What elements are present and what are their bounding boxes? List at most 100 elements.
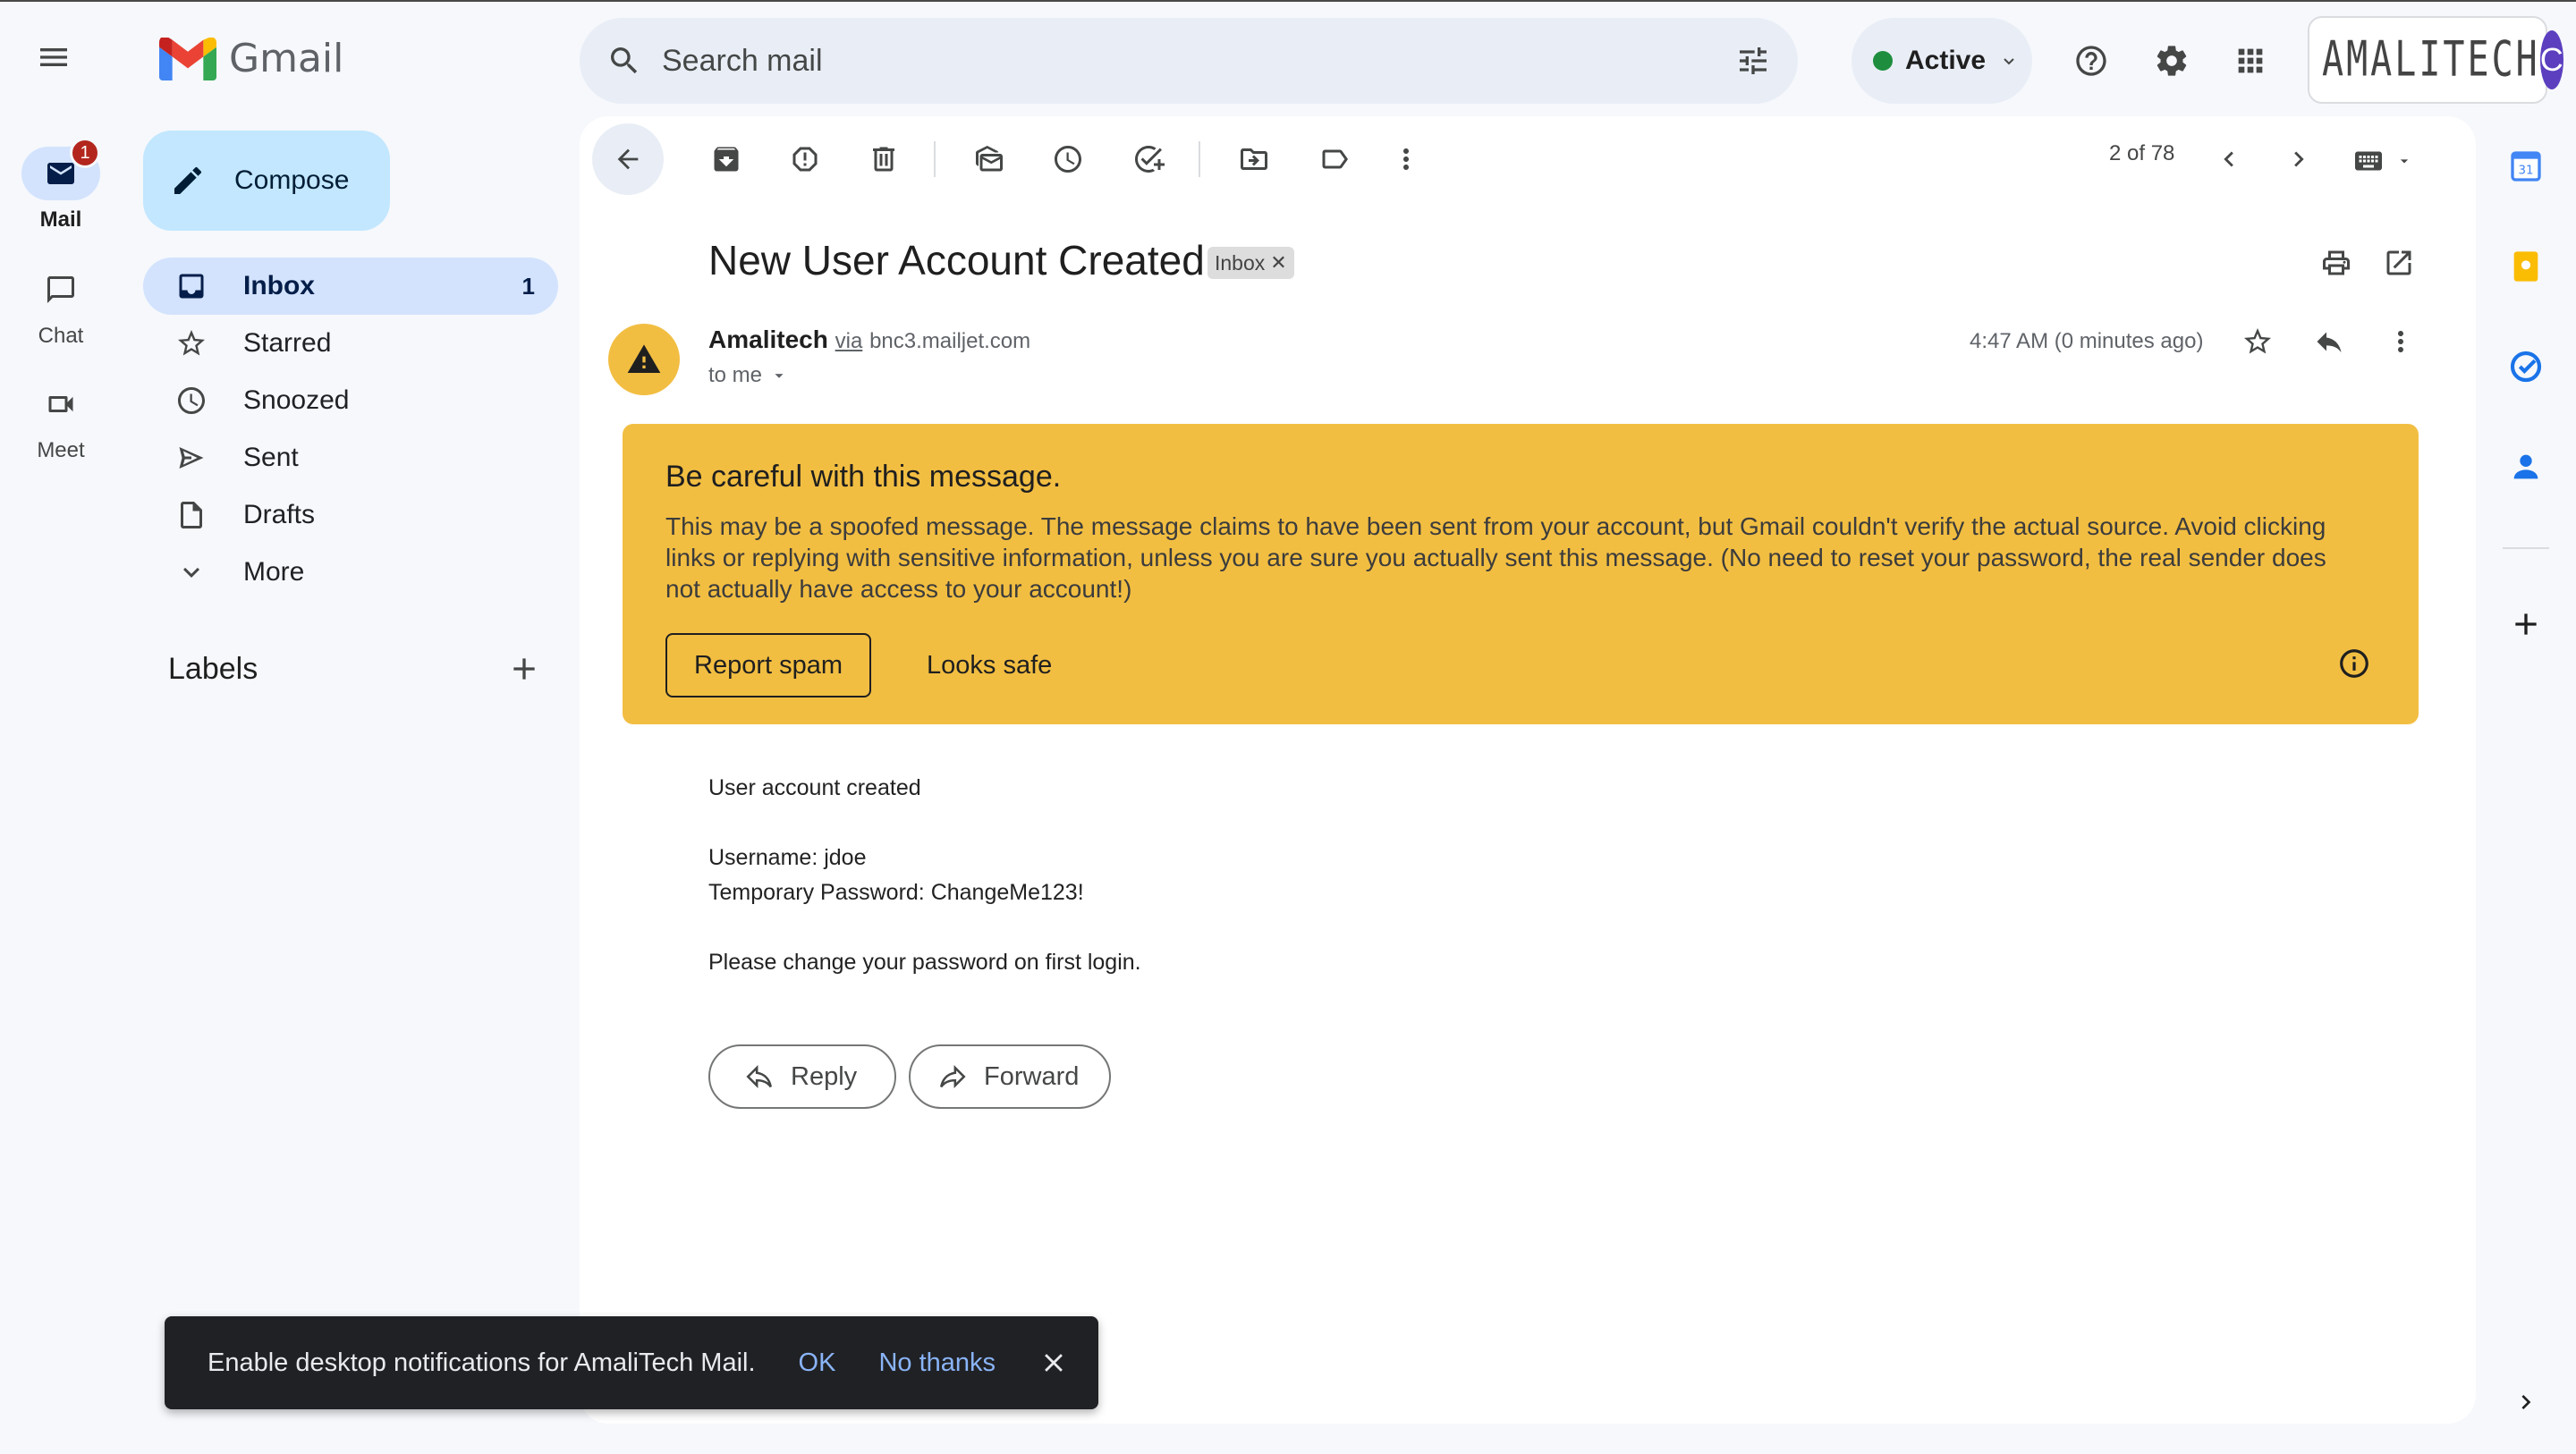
rail-mail-pill: 1 xyxy=(21,138,100,200)
search-options-icon[interactable] xyxy=(1733,41,1773,80)
snackbar-ok-button[interactable]: OK xyxy=(799,1348,836,1378)
status-selector[interactable]: Active xyxy=(1852,18,2032,104)
warning-actions: Report spam Looks safe xyxy=(665,633,2376,697)
arrow-back-icon xyxy=(617,148,639,170)
notification-snackbar: Enable desktop notifications for AmaliTe… xyxy=(165,1316,1098,1409)
calendar-icon[interactable]: 31 xyxy=(2506,147,2546,186)
remove-label-icon[interactable]: ✕ xyxy=(1270,251,1286,275)
via-link[interactable]: via xyxy=(835,329,863,353)
main-menu-icon[interactable] xyxy=(34,38,73,77)
rail-meet[interactable]: Meet xyxy=(0,377,122,463)
toolbar-divider xyxy=(1199,141,1200,177)
delete-icon[interactable] xyxy=(864,139,903,179)
star-icon[interactable] xyxy=(2238,322,2277,361)
search-input[interactable]: Search mail xyxy=(662,44,1733,79)
sidebar-item-inbox[interactable]: Inbox 1 xyxy=(143,258,558,315)
app-name: Gmail xyxy=(229,36,344,81)
caret-down-icon xyxy=(775,374,784,378)
chevron-down-icon xyxy=(172,553,211,592)
chat-icon xyxy=(47,276,74,303)
more-vert-icon[interactable] xyxy=(2381,322,2420,361)
label-icon[interactable] xyxy=(1315,139,1354,179)
rail-chat-label: Chat xyxy=(38,324,84,348)
rail-chat[interactable]: Chat xyxy=(0,263,122,349)
clock-icon xyxy=(172,381,211,420)
sidebar-item-label: Snoozed xyxy=(243,385,350,415)
move-to-icon[interactable] xyxy=(1234,139,1274,179)
open-new-window-icon[interactable] xyxy=(2379,243,2419,283)
expand-panel-icon[interactable] xyxy=(2506,1382,2546,1422)
timestamp: 4:47 AM (0 minutes ago) xyxy=(1970,329,2204,353)
report-spam-icon[interactable] xyxy=(785,139,825,179)
reply-button[interactable]: Reply xyxy=(708,1044,897,1109)
sidebar-item-more[interactable]: More xyxy=(143,544,558,601)
inbox-icon xyxy=(172,266,211,306)
pencil-icon xyxy=(174,166,202,194)
info-icon[interactable] xyxy=(2334,644,2374,683)
inbox-count: 1 xyxy=(521,272,535,300)
top-bar: Gmail Search mail Active AMALITECH C xyxy=(0,0,2576,116)
body-line xyxy=(708,806,1141,841)
warning-triangle-icon xyxy=(627,344,661,373)
gmail-logo[interactable]: Gmail xyxy=(159,36,343,81)
compose-button[interactable]: Compose xyxy=(143,131,390,231)
status-label: Active xyxy=(1905,46,1987,75)
video-camera-icon xyxy=(48,396,73,412)
search-icon[interactable] xyxy=(605,41,644,80)
keep-icon[interactable] xyxy=(2506,247,2546,286)
account-switcher[interactable]: AMALITECH C xyxy=(2308,16,2563,104)
close-icon[interactable] xyxy=(1038,1348,1069,1378)
avatar[interactable]: C xyxy=(2539,30,2563,89)
print-icon[interactable] xyxy=(2317,243,2356,283)
more-vert-icon[interactable] xyxy=(1386,139,1426,179)
inbox-label-chip[interactable]: Inbox ✕ xyxy=(1208,247,1294,279)
sidebar-item-snoozed[interactable]: Snoozed xyxy=(143,372,558,429)
tasks-icon[interactable] xyxy=(2506,347,2546,386)
labels-header: Labels xyxy=(168,649,544,689)
rail-meet-pill xyxy=(21,377,100,431)
apps-grid-icon[interactable] xyxy=(2231,41,2270,80)
sidebar-item-label: Sent xyxy=(243,443,299,472)
sidebar-item-label: Drafts xyxy=(243,500,316,529)
sidebar-item-starred[interactable]: Starred xyxy=(143,315,558,372)
back-button[interactable] xyxy=(592,123,664,195)
recipient-label: to me xyxy=(708,363,763,387)
snooze-clock-icon[interactable] xyxy=(1048,139,1088,179)
add-task-icon[interactable] xyxy=(1129,139,1168,179)
body-line: Please change your password on first log… xyxy=(708,950,1141,975)
archive-icon[interactable] xyxy=(707,139,746,179)
body-line: Username: jdoe xyxy=(708,845,867,870)
settings-gear-icon[interactable] xyxy=(2152,41,2191,80)
input-tools-button[interactable] xyxy=(2351,145,2413,177)
add-addon-icon[interactable] xyxy=(2506,604,2546,644)
forward-button[interactable]: Forward xyxy=(909,1044,1112,1109)
compose-label: Compose xyxy=(234,165,350,195)
contacts-icon[interactable] xyxy=(2506,447,2546,486)
help-icon[interactable] xyxy=(2072,41,2111,80)
reply-icon[interactable] xyxy=(2309,322,2349,361)
right-rail-divider xyxy=(2503,547,2549,549)
sender-name: Amalitech xyxy=(708,325,828,353)
sidebar-item-drafts[interactable]: Drafts xyxy=(143,486,558,544)
add-label-icon[interactable] xyxy=(504,649,544,689)
sidebar-item-sent[interactable]: Sent xyxy=(143,429,558,486)
message-card xyxy=(580,116,2476,1424)
chevron-right-icon[interactable] xyxy=(2279,139,2318,179)
reply-label: Reply xyxy=(791,1061,858,1091)
chevron-left-icon[interactable] xyxy=(2209,139,2249,179)
rail-mail[interactable]: 1 Mail xyxy=(0,138,122,232)
caret-down-icon xyxy=(2400,159,2409,164)
report-spam-button[interactable]: Report spam xyxy=(665,633,872,697)
sidebar-item-label: More xyxy=(243,557,305,587)
email-body: User account created Username: jdoe Temp… xyxy=(708,771,1141,980)
sidebar-item-label: Inbox xyxy=(243,271,315,300)
forward-icon xyxy=(939,1065,966,1088)
mark-unread-icon[interactable] xyxy=(970,139,1009,179)
warning-body: This may be a spoofed message. The messa… xyxy=(665,512,2326,603)
keyboard-icon xyxy=(2355,151,2382,171)
snackbar-no-thanks-button[interactable]: No thanks xyxy=(878,1348,996,1378)
looks-safe-button[interactable]: Looks safe xyxy=(927,651,1052,681)
recipient-details[interactable]: to me xyxy=(708,363,789,388)
labels-title: Labels xyxy=(168,651,258,686)
search-bar[interactable]: Search mail xyxy=(580,18,1798,104)
